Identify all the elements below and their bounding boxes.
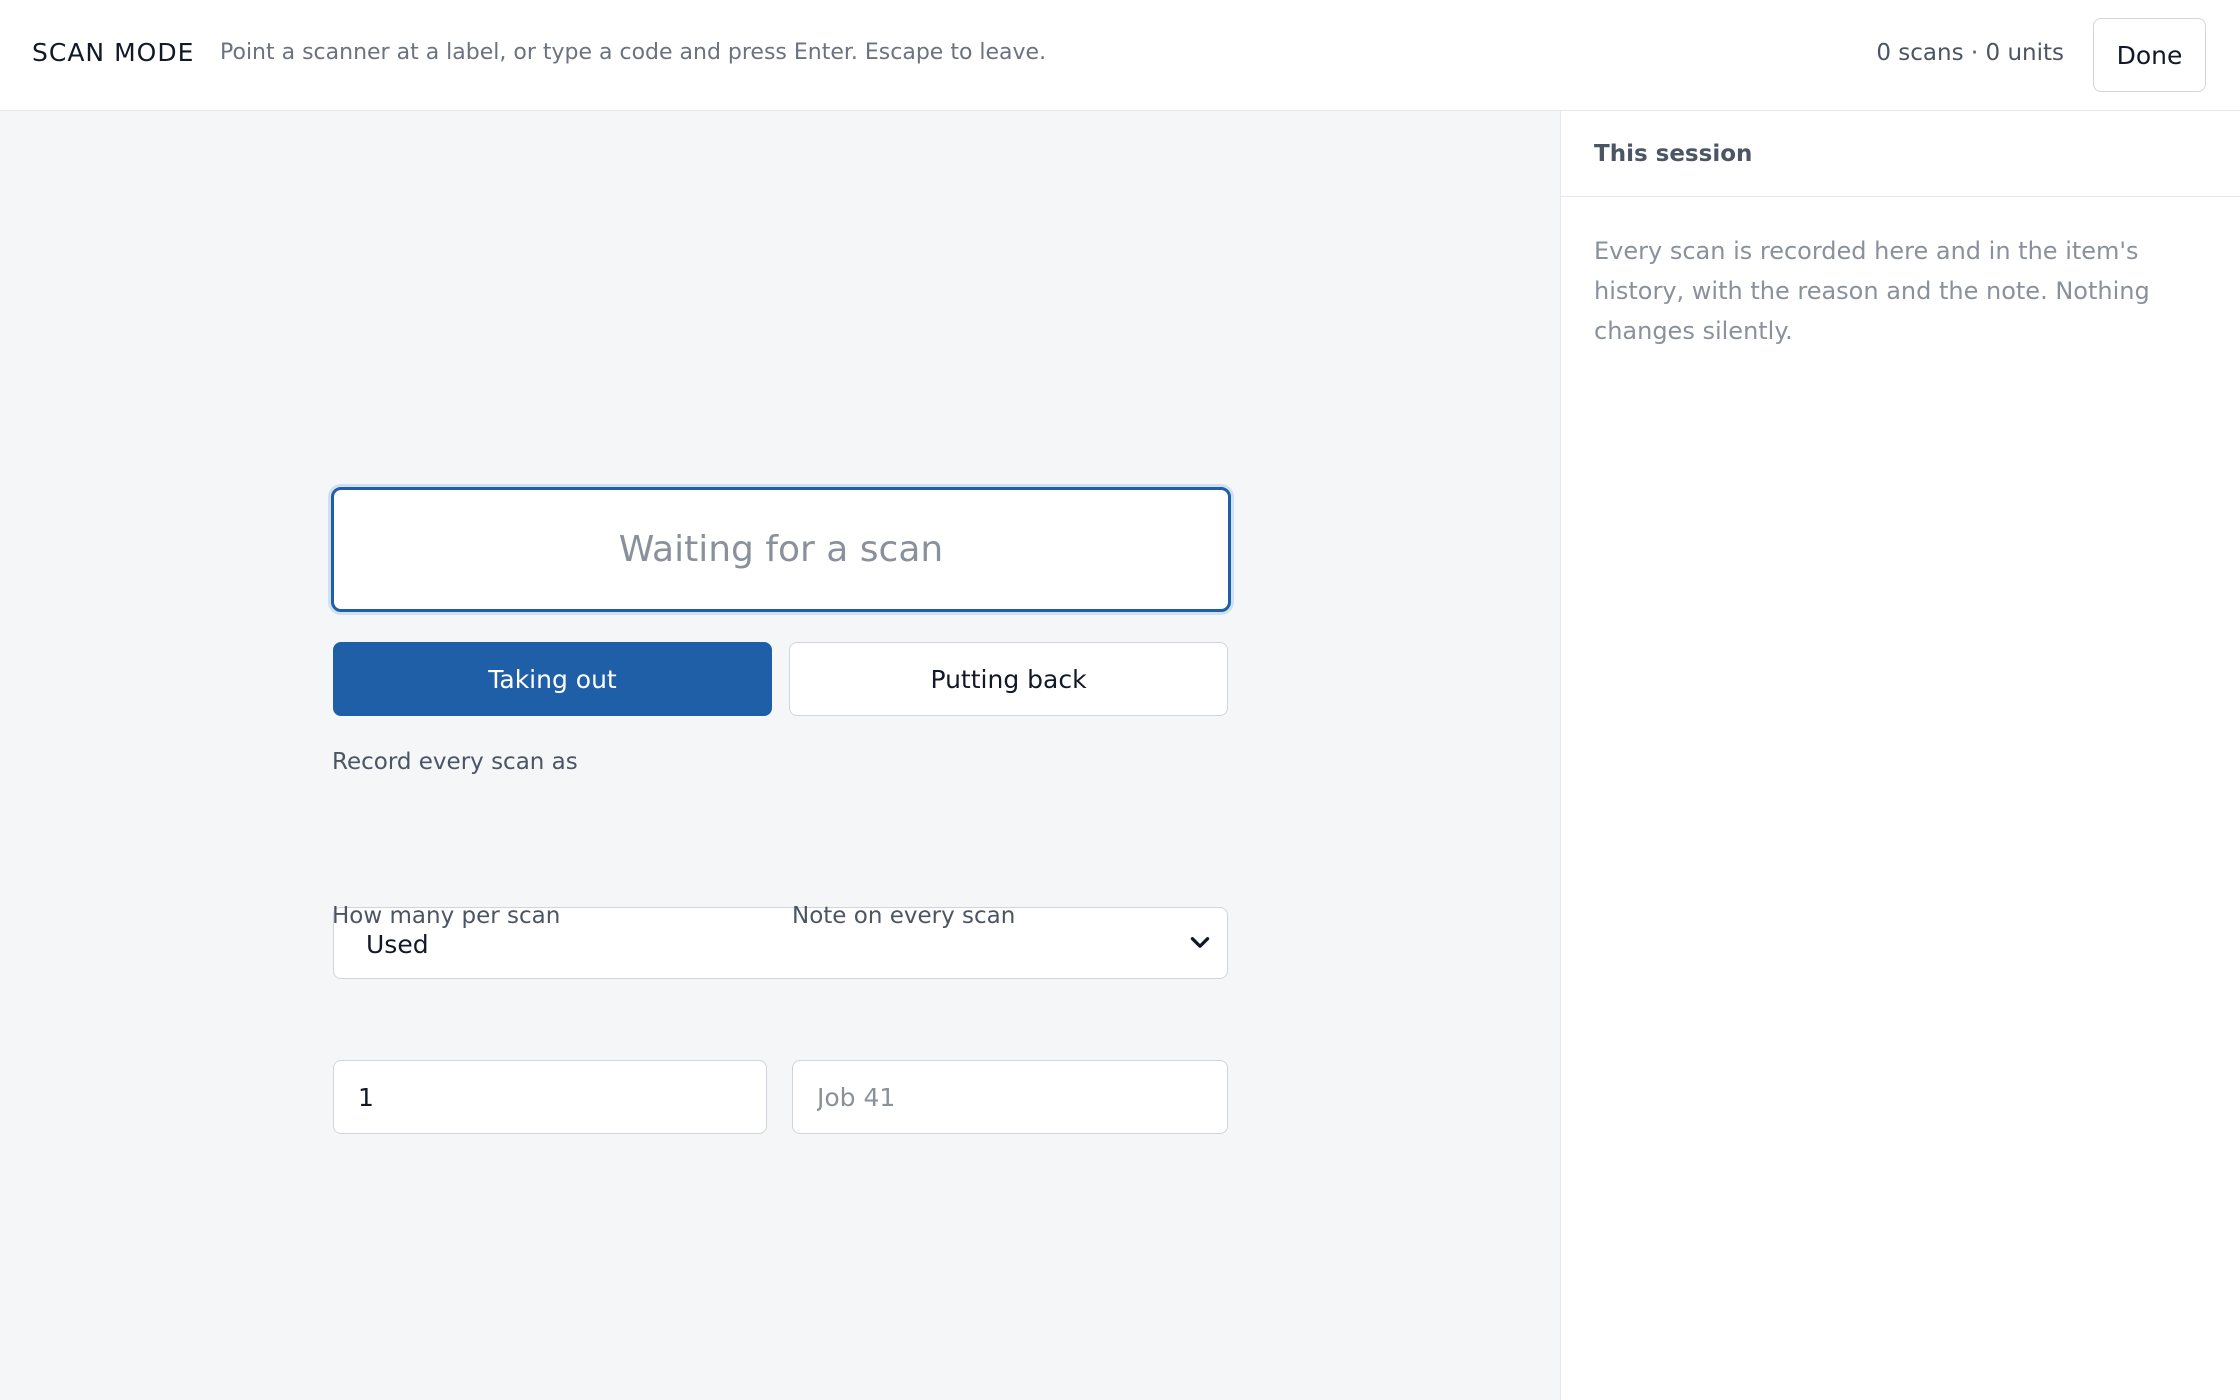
- scan-hint: Point a scanner at a label, or type a co…: [220, 40, 1047, 65]
- chevron-down-icon: [1190, 937, 1210, 948]
- record-as-label: Record every scan as: [332, 749, 578, 775]
- session-title: This session: [1561, 111, 2240, 197]
- record-as-value: Used: [366, 930, 429, 959]
- note-input[interactable]: [792, 1060, 1228, 1134]
- note-label: Note on every scan: [792, 903, 1016, 929]
- quantity-input[interactable]: [333, 1060, 767, 1134]
- top-bar: SCAN MODE Point a scanner at a label, or…: [0, 0, 2240, 111]
- session-sidebar: This session Every scan is recorded here…: [1560, 111, 2240, 1400]
- putting-back-button[interactable]: Putting back: [789, 642, 1228, 716]
- scan-panel: Taking out Putting back Record every sca…: [0, 111, 1560, 1400]
- done-button[interactable]: Done: [2093, 18, 2206, 92]
- page-title: SCAN MODE: [32, 38, 195, 67]
- session-empty-text: Every scan is recorded here and in the i…: [1594, 237, 2150, 345]
- session-counts: 0 scans · 0 units: [1876, 40, 2064, 66]
- quantity-label: How many per scan: [332, 903, 561, 929]
- taking-out-button[interactable]: Taking out: [333, 642, 772, 716]
- scan-input[interactable]: [331, 487, 1231, 612]
